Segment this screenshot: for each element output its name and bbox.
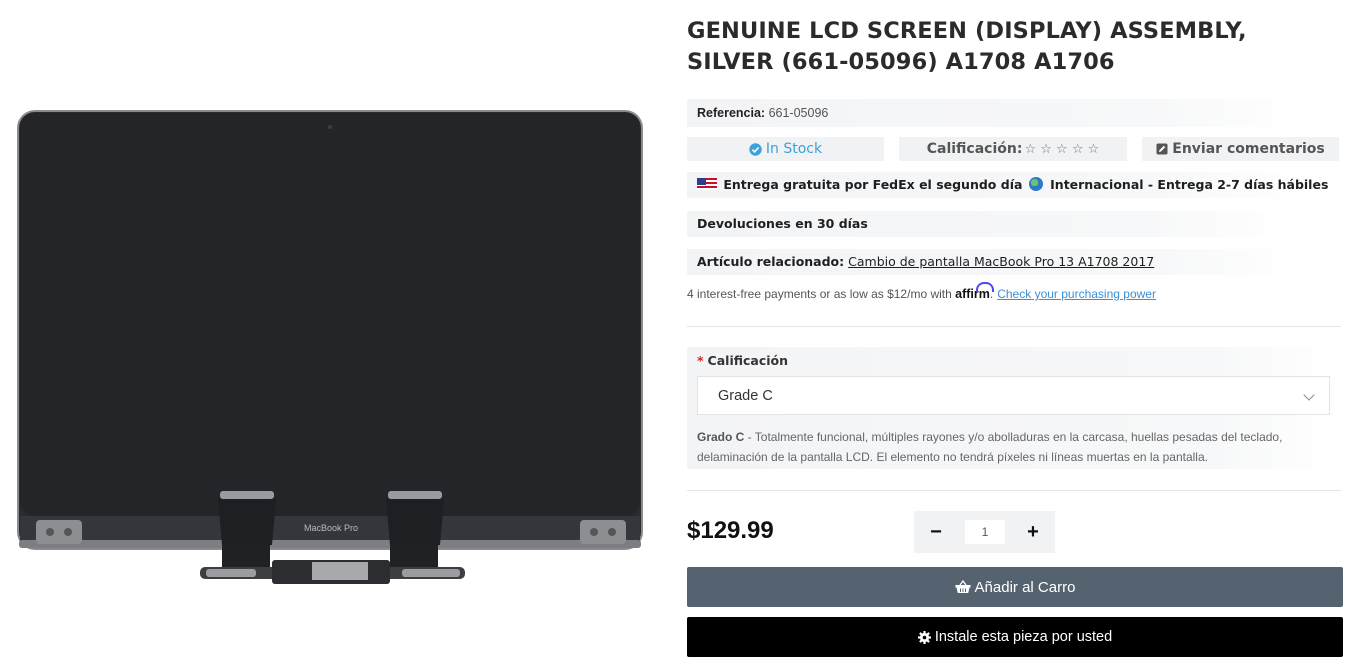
returns-text: Devoluciones en 30 días (697, 216, 868, 231)
related-row: Artículo relacionado: Cambio de pantalla… (687, 249, 1307, 275)
edit-icon (1156, 143, 1168, 155)
grade-select[interactable]: Grade C (697, 376, 1330, 415)
feedback-button[interactable]: Enviar comentarios (1142, 137, 1339, 161)
macbook-pro-logo: MacBook Pro (304, 523, 358, 533)
stock-label: In Stock (765, 141, 823, 157)
rating-label: Calificación: (926, 141, 1023, 157)
affirm-text: 4 interest-free payments or as low as $1… (687, 287, 952, 301)
reference-value: 661-05096 (768, 106, 829, 120)
stock-status: In Stock (687, 137, 884, 161)
grade-description: Grado C - Totalmente funcional, múltiple… (697, 427, 1327, 467)
basket-icon (955, 580, 971, 594)
globe-icon (1028, 177, 1043, 191)
grade-label: * Calificación (697, 353, 788, 368)
rating-stars[interactable]: ☆ ☆ ☆ ☆ ☆ (1024, 142, 1099, 157)
grade-label-text: Calificación (707, 353, 789, 368)
shipping-row: Entrega gratuita por FedEx el segundo dí… (687, 172, 1328, 198)
gear-icon (917, 630, 931, 644)
quantity-decrease-button[interactable]: − (922, 518, 950, 546)
product-title: GENUINE LCD SCREEN (DISPLAY) ASSEMBLY, S… (687, 18, 1247, 75)
feedback-label: Enviar comentarios (1172, 141, 1325, 157)
install-label: Instale esta pieza por usted (934, 629, 1113, 645)
related-label: Artículo relacionado: (697, 254, 845, 269)
reference-label: Referencia: (697, 106, 766, 120)
grade-select-value: Grade C (718, 388, 773, 404)
grade-option: * Calificación Grade C Grado C - Totalmen… (687, 347, 1341, 469)
quantity-input[interactable] (965, 520, 1005, 544)
add-to-cart-label: Añadir al Carro (974, 578, 1076, 596)
international-text: Internacional - Entrega 2-7 días hábiles (1050, 177, 1329, 192)
related-link[interactable]: Cambio de pantalla MacBook Pro 13 A1708 … (848, 254, 1154, 269)
affirm-line: 4 interest-free payments or as low as $1… (687, 287, 1156, 301)
required-mark: * (697, 353, 704, 368)
rating-chip[interactable]: Calificación: ☆ ☆ ☆ ☆ ☆ (899, 137, 1127, 161)
grade-desc-title: Grado C (697, 430, 745, 444)
shipping-text: Entrega gratuita por FedEx el segundo dí… (723, 177, 1023, 192)
affirm-link[interactable]: Check your purchasing power (997, 287, 1156, 301)
add-to-cart-button[interactable]: Añadir al Carro (687, 567, 1343, 607)
divider (687, 490, 1341, 491)
grade-desc-text: - Totalmente funcional, múltiples rayone… (697, 430, 1283, 464)
us-flag-icon (697, 178, 717, 190)
chevron-down-icon (1303, 389, 1315, 401)
check-circle-icon (749, 142, 762, 156)
quantity-increase-button[interactable]: + (1019, 518, 1047, 546)
product-image-area: MacBook Pro (0, 0, 660, 669)
reference-row: Referencia: 661-05096 (687, 99, 1307, 127)
product-price: $129.99 (687, 517, 774, 544)
affirm-logo: affirm (955, 287, 990, 301)
divider (687, 326, 1341, 327)
product-image[interactable]: MacBook Pro (0, 0, 660, 600)
install-service-button[interactable]: Instale esta pieza por usted (687, 617, 1343, 657)
returns-row: Devoluciones en 30 días (687, 211, 1297, 237)
quantity-stepper: − + (914, 511, 1055, 553)
